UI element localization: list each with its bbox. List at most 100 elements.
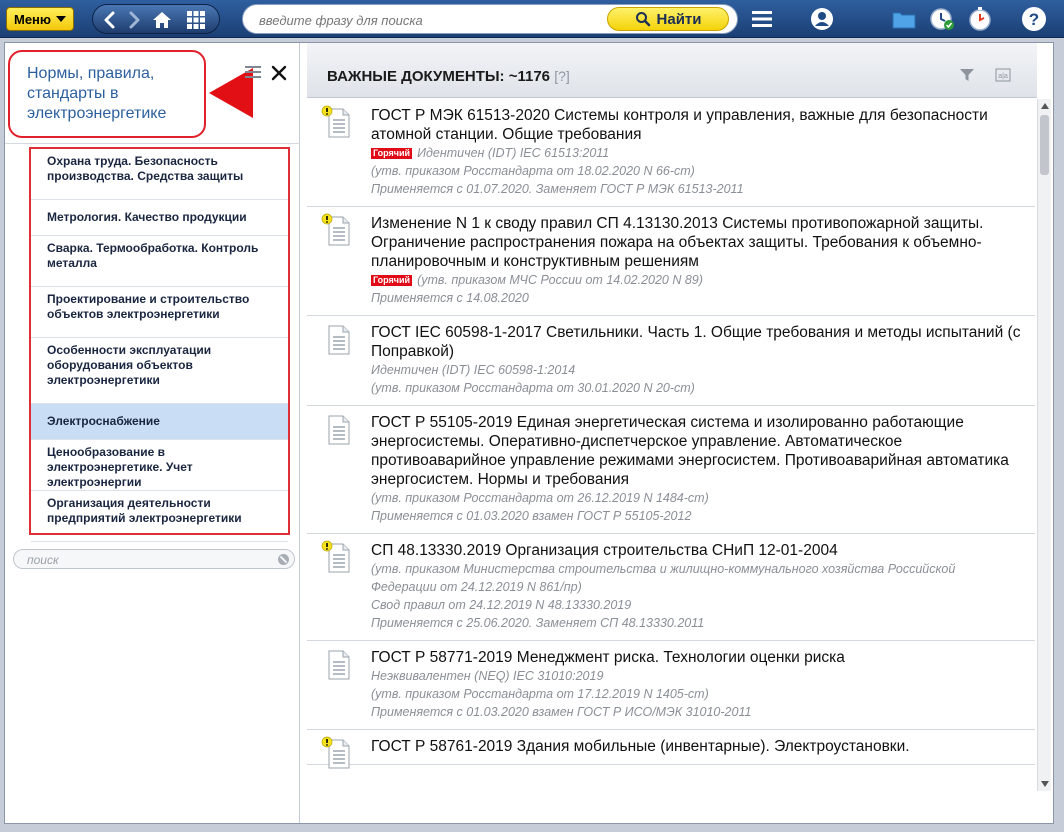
document-icon <box>328 415 350 445</box>
document-meta-text: Идентичен (IDT) IEC 61513:2011 <box>417 146 610 160</box>
chevron-down-icon <box>56 16 66 22</box>
nav-button-group <box>92 4 220 34</box>
document-item[interactable]: ГОСТ Р 55105-2019 Единая энергетическая … <box>307 406 1035 534</box>
panel-search-input[interactable] <box>27 552 257 567</box>
document-meta-text: Применяется с 01.03.2020 взамен ГОСТ Р 5… <box>371 509 692 523</box>
category-label: Охрана труда. Безопасность производства.… <box>47 154 244 183</box>
home-icon[interactable] <box>151 9 173 31</box>
find-button[interactable]: Найти <box>607 7 729 31</box>
document-title[interactable]: ГОСТ Р 58761-2019 Здания мобильные (инве… <box>371 737 1023 756</box>
category-item[interactable]: Особенности эксплуатации оборудования об… <box>31 338 288 404</box>
left-panel-header: Нормы, правила, стандарты в электроэнерг… <box>5 43 300 143</box>
close-icon[interactable] <box>271 65 287 81</box>
svg-text:?: ? <box>1029 10 1039 29</box>
document-meta: (утв. приказом Министерства строительств… <box>371 560 1023 596</box>
document-title[interactable]: Изменение N 1 к своду правил СП 4.13130.… <box>371 214 1023 271</box>
document-item[interactable]: СП 48.13330.2019 Организация строительст… <box>307 534 1035 641</box>
back-icon[interactable] <box>99 9 121 31</box>
document-title[interactable]: ГОСТ Р МЭК 61513-2020 Системы контроля и… <box>371 106 1023 144</box>
document-meta: Применяется с 01.03.2020 взамен ГОСТ Р 5… <box>371 507 1023 525</box>
document-title[interactable]: СП 48.13330.2019 Организация строительст… <box>371 541 1023 560</box>
content-frame: Нормы, правила, стандарты в электроэнерг… <box>4 42 1054 824</box>
help-icon[interactable]: ? <box>1020 5 1048 33</box>
document-meta-text: Применяется с 25.06.2020. Заменяет СП 48… <box>371 616 705 630</box>
hamburger-icon[interactable] <box>245 65 261 79</box>
document-item[interactable]: ГОСТ Р МЭК 61513-2020 Системы контроля и… <box>307 99 1035 207</box>
document-meta-text: Применяется с 01.07.2020. Заменяет ГОСТ … <box>371 182 744 196</box>
help-link[interactable]: [?] <box>554 68 570 84</box>
document-meta: Идентичен (IDT) IEC 60598-1:2014 <box>371 361 1023 379</box>
category-label: Метрология. Качество продукции <box>47 210 247 224</box>
documents-header: ВАЖНЫЕ ДОКУМЕНТЫ: ~1176 [?] a|a <box>307 43 1037 98</box>
document-meta-text: (утв. приказом Росстандарта от 30.01.202… <box>371 381 695 395</box>
document-meta: Горячий Идентичен (IDT) IEC 61513:2011 <box>371 144 1023 162</box>
search-input[interactable] <box>259 11 599 29</box>
hot-badge: Горячий <box>371 148 413 159</box>
category-item[interactable]: Охрана труда. Безопасность производства.… <box>31 149 288 200</box>
document-meta: (утв. приказом Росстандарта от 30.01.202… <box>371 379 1023 397</box>
documents-title-text: ВАЖНЫЕ ДОКУМЕНТЫ: ~1176 <box>327 68 551 85</box>
filter-icon[interactable] <box>959 67 975 83</box>
document-icon <box>328 650 350 680</box>
left-panel: Нормы, правила, стандарты в электроэнерг… <box>5 43 300 823</box>
document-alert-icon <box>321 213 350 246</box>
panel-title-callout: Нормы, правила, стандарты в электроэнерг… <box>8 50 206 138</box>
document-icon <box>328 325 350 355</box>
category-item[interactable]: Электроснабжение <box>31 404 288 440</box>
clock-check-icon[interactable] <box>928 5 956 33</box>
hot-badge: Горячий <box>371 275 413 286</box>
forward-icon[interactable] <box>123 9 145 31</box>
documents-title: ВАЖНЫЕ ДОКУМЕНТЫ: ~1176 [?] <box>327 68 570 85</box>
find-button-label: Найти <box>656 10 702 28</box>
user-icon[interactable] <box>808 5 836 33</box>
search-icon <box>635 12 650 27</box>
document-meta-text: Применяется с 14.08.2020 <box>371 291 529 305</box>
document-item[interactable]: ГОСТ IEC 60598-1-2017 Светильники. Часть… <box>307 316 1035 406</box>
document-item[interactable]: ГОСТ Р 58761-2019 Здания мобильные (инве… <box>307 730 1035 769</box>
category-label: Сварка. Термообработка. Контроль металла <box>47 241 259 270</box>
document-meta-text: Неэквивалентен (NEQ) IEC 31010:2019 <box>371 669 604 683</box>
document-meta-text: (утв. приказом МЧС России от 14.02.2020 … <box>417 273 703 287</box>
documents-panel: ВАЖНЫЕ ДОКУМЕНТЫ: ~1176 [?] a|a ГОСТ Р М… <box>307 43 1053 823</box>
category-label: Особенности эксплуатации оборудования об… <box>47 343 212 387</box>
document-meta: Неэквивалентен (NEQ) IEC 31010:2019 <box>371 667 1023 685</box>
stopwatch-icon[interactable] <box>966 5 994 33</box>
category-item[interactable]: Сварка. Термообработка. Контроль металла <box>31 236 288 287</box>
scroll-down-arrow[interactable] <box>1041 781 1049 787</box>
list-icon[interactable] <box>748 5 776 33</box>
document-meta-text: (утв. приказом Росстандарта от 26.12.201… <box>371 491 709 505</box>
folder-icon[interactable] <box>890 5 918 33</box>
document-item[interactable]: Изменение N 1 к своду правил СП 4.13130.… <box>307 207 1035 316</box>
top-toolbar: Меню Найти <box>0 0 1064 38</box>
scroll-up-arrow[interactable] <box>1041 103 1049 109</box>
document-meta-text: (утв. приказом Росстандарта от 17.12.201… <box>371 687 709 701</box>
menu-button[interactable]: Меню <box>6 7 74 31</box>
clear-search-icon[interactable] <box>277 553 290 566</box>
category-label: Проектирование и строительство объектов … <box>47 292 250 321</box>
category-item[interactable]: Проектирование и строительство объектов … <box>31 287 288 338</box>
scrollbar[interactable] <box>1037 99 1051 791</box>
scroll-thumb[interactable] <box>1040 115 1049 175</box>
document-title[interactable]: ГОСТ Р 58771-2019 Менеджмент риска. Техн… <box>371 648 1023 667</box>
document-alert-icon <box>321 540 350 573</box>
sort-icon[interactable]: a|a <box>995 67 1011 83</box>
divider <box>5 143 300 144</box>
grid-icon[interactable] <box>185 9 207 31</box>
document-meta-text: Идентичен (IDT) IEC 60598-1:2014 <box>371 363 576 377</box>
search-bar: Найти <box>242 4 738 34</box>
category-item[interactable]: Ценообразование в электроэнергетике. Уче… <box>31 440 288 491</box>
document-meta-text: Применяется с 01.03.2020 взамен ГОСТ Р И… <box>371 705 752 719</box>
category-label: Электроснабжение <box>47 414 160 428</box>
document-alert-icon <box>321 736 350 769</box>
document-list: ГОСТ Р МЭК 61513-2020 Системы контроля и… <box>307 99 1035 791</box>
document-meta: Применяется с 14.08.2020 <box>371 289 1023 307</box>
document-item[interactable]: ГОСТ Р 58771-2019 Менеджмент риска. Техн… <box>307 641 1035 730</box>
document-meta: Горячий (утв. приказом МЧС России от 14.0… <box>371 271 1023 289</box>
category-highlight-box: Охрана труда. Безопасность производства.… <box>29 147 290 542</box>
category-item[interactable]: Метрология. Качество продукции <box>31 200 288 236</box>
panel-title: Нормы, правила, стандарты в электроэнерг… <box>27 65 167 122</box>
document-title[interactable]: ГОСТ Р 55105-2019 Единая энергетическая … <box>371 413 1023 489</box>
document-title[interactable]: ГОСТ IEC 60598-1-2017 Светильники. Часть… <box>371 323 1023 361</box>
category-item[interactable]: Организация деятельности предприятий эле… <box>31 491 288 542</box>
document-meta-text: (утв. приказом Министерства строительств… <box>371 562 956 594</box>
